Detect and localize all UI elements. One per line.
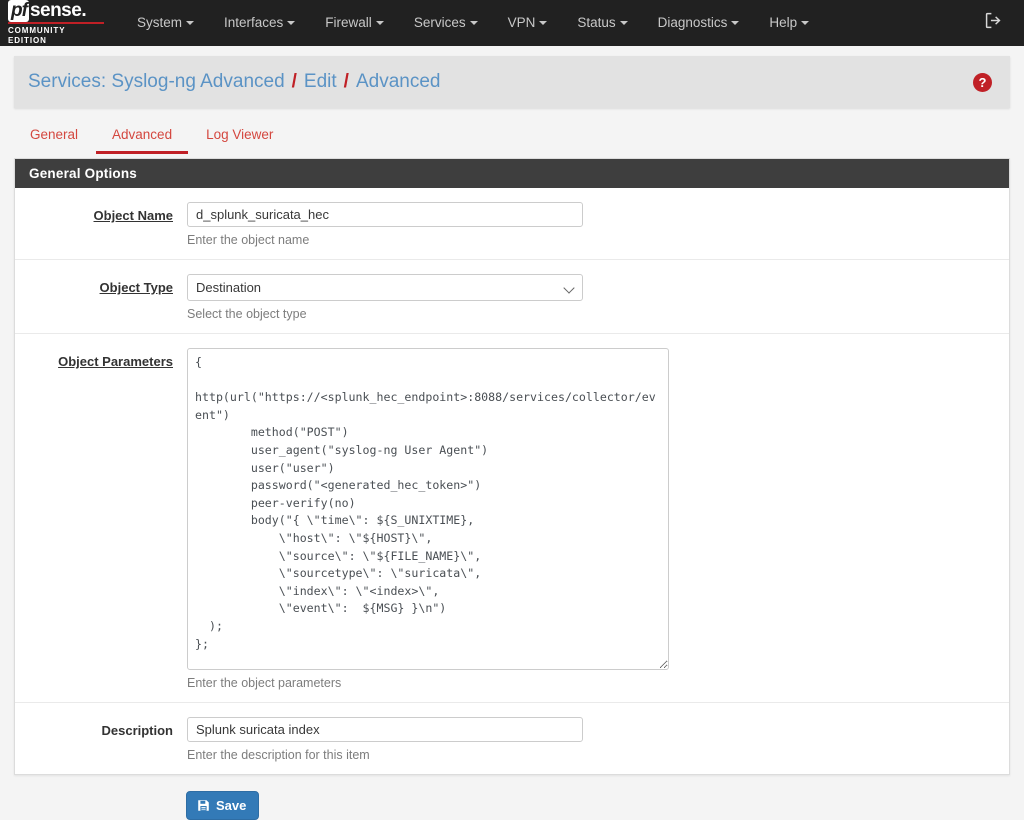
object-type-select[interactable]: DestinationSourceFilterLogTemplateParser… bbox=[187, 274, 583, 301]
chevron-down-icon bbox=[731, 21, 740, 25]
tab-general[interactable]: General bbox=[14, 120, 94, 154]
object-name-help: Enter the object name bbox=[187, 233, 310, 247]
form-actions: Save bbox=[14, 791, 1010, 820]
nav-item-diagnostics[interactable]: Diagnostics bbox=[643, 0, 755, 46]
nav-item-status[interactable]: Status bbox=[562, 0, 642, 46]
form-row-description: Description Enter the description for th… bbox=[15, 703, 1009, 774]
logout-button[interactable] bbox=[985, 12, 1014, 34]
help-icon[interactable]: ? bbox=[973, 72, 992, 92]
object-type-label: Object Type bbox=[99, 280, 173, 295]
object-parameters-label: Object Parameters bbox=[58, 354, 173, 369]
nav-item-services[interactable]: Services bbox=[399, 0, 493, 46]
chevron-down-icon bbox=[375, 21, 384, 25]
breadcrumb-separator: / bbox=[291, 71, 297, 92]
nav-item-firewall-label: Firewall bbox=[325, 15, 372, 30]
tab-log-viewer-label: Log Viewer bbox=[206, 127, 274, 142]
tab-advanced[interactable]: Advanced bbox=[96, 120, 189, 154]
form-row-object-type: Object Type DestinationSourceFilterLogTe… bbox=[15, 260, 1009, 334]
nav-item-system[interactable]: System bbox=[122, 0, 209, 46]
chevron-down-icon bbox=[469, 21, 478, 25]
nav-item-status-label: Status bbox=[577, 15, 616, 30]
chevron-down-icon bbox=[186, 21, 195, 25]
brand-edition-label: COMMUNITY EDITION bbox=[8, 22, 104, 46]
chevron-down-icon bbox=[619, 21, 628, 25]
save-button[interactable]: Save bbox=[186, 791, 260, 820]
object-name-label: Object Name bbox=[93, 208, 173, 223]
description-help: Enter the description for this item bbox=[187, 748, 370, 762]
object-type-help: Select the object type bbox=[187, 307, 307, 321]
form-row-object-parameters: Object Parameters Enter the object param… bbox=[15, 334, 1009, 703]
navbar-menu: System Interfaces Firewall Services VPN … bbox=[122, 0, 824, 46]
tab-bar: General Advanced Log Viewer bbox=[14, 108, 1010, 154]
object-type-select-wrap: DestinationSourceFilterLogTemplateParser… bbox=[187, 274, 583, 301]
description-label: Description bbox=[101, 723, 173, 738]
nav-item-help[interactable]: Help bbox=[754, 0, 824, 46]
nav-item-diagnostics-label: Diagnostics bbox=[657, 15, 728, 30]
top-navbar: pf sense . COMMUNITY EDITION System Inte… bbox=[0, 0, 1024, 46]
nav-item-interfaces-label: Interfaces bbox=[224, 15, 284, 30]
object-name-control: Enter the object name bbox=[187, 202, 1009, 247]
nav-item-firewall[interactable]: Firewall bbox=[310, 0, 399, 46]
brand-sense-text: sense bbox=[29, 0, 82, 21]
breadcrumb-separator: / bbox=[343, 71, 349, 92]
pfsense-logo[interactable]: pf sense . COMMUNITY EDITION bbox=[8, 0, 110, 45]
tab-log-viewer[interactable]: Log Viewer bbox=[190, 120, 289, 154]
save-floppy-icon bbox=[197, 799, 210, 812]
logout-icon bbox=[985, 12, 1002, 34]
page-header: Services: Syslog-ng Advanced / Edit / Ad… bbox=[14, 56, 1010, 108]
chevron-down-icon bbox=[539, 21, 548, 25]
nav-item-vpn-label: VPN bbox=[507, 15, 536, 30]
object-type-control: DestinationSourceFilterLogTemplateParser… bbox=[187, 274, 1009, 321]
tab-general-label: General bbox=[30, 127, 79, 142]
chevron-down-icon bbox=[287, 21, 296, 25]
breadcrumb-edit[interactable]: Edit bbox=[304, 71, 337, 93]
nav-item-system-label: System bbox=[137, 15, 183, 30]
brand-wordmark: pf sense . bbox=[8, 0, 110, 22]
nav-item-vpn[interactable]: VPN bbox=[493, 0, 563, 46]
brand-trademark-dot: . bbox=[81, 0, 87, 21]
object-parameters-control: Enter the object parameters bbox=[187, 348, 1009, 690]
nav-item-help-label: Help bbox=[769, 15, 798, 30]
object-parameters-help: Enter the object parameters bbox=[187, 676, 342, 690]
chevron-down-icon bbox=[801, 21, 810, 25]
brand-pf-mark: pf bbox=[8, 0, 29, 22]
form-row-object-name: Object Name Enter the object name bbox=[15, 188, 1009, 260]
panel-title: General Options bbox=[15, 159, 1009, 188]
breadcrumb-root[interactable]: Services: Syslog-ng Advanced bbox=[28, 71, 285, 93]
nav-item-interfaces[interactable]: Interfaces bbox=[209, 0, 310, 46]
general-options-panel: General Options Object Name Enter the ob… bbox=[14, 158, 1010, 775]
object-parameters-textarea[interactable] bbox=[187, 348, 669, 670]
breadcrumb-advanced: Advanced bbox=[355, 71, 441, 92]
panel-body: Object Name Enter the object name Object… bbox=[15, 188, 1009, 774]
object-name-input[interactable] bbox=[187, 202, 583, 227]
description-control: Enter the description for this item bbox=[187, 717, 1009, 762]
nav-item-services-label: Services bbox=[413, 15, 466, 30]
save-button-label: Save bbox=[216, 798, 247, 813]
description-input[interactable] bbox=[187, 717, 583, 742]
tab-advanced-label: Advanced bbox=[112, 127, 173, 142]
